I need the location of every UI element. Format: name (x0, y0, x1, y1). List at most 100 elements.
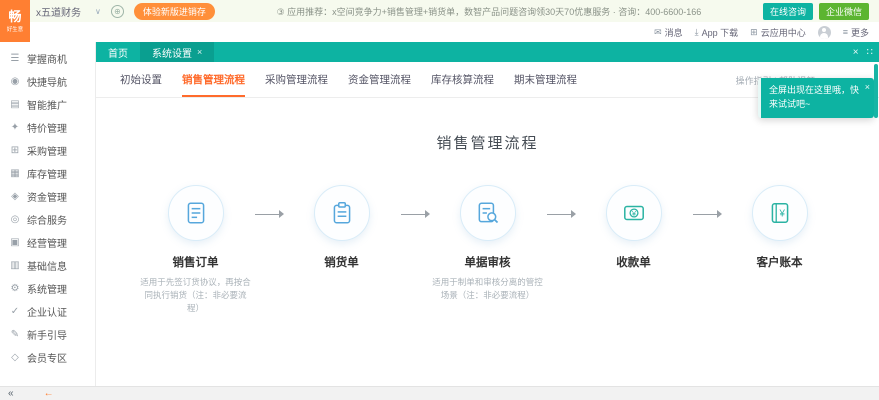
cloud-apps-icon: ⊞ (750, 27, 758, 38)
grid-plus-icon: ⊞ (9, 145, 21, 156)
bottom-bar: « ← (0, 386, 879, 400)
cloud-center-button[interactable]: ⊞ 云应用中心 (750, 26, 806, 39)
sidebar-item-funds[interactable]: ◈ 资金管理 (0, 185, 95, 208)
flow-node-receipt: ¥ 收款单 (578, 185, 690, 276)
tab-close-icon[interactable]: × (197, 47, 202, 57)
gem-icon: ◇ (9, 352, 21, 363)
hamburger-icon: ≡ (843, 27, 848, 37)
sidebar-item-label: 企业认证 (27, 304, 67, 319)
sidebar-item-certification[interactable]: ✓ 企业认证 (0, 300, 95, 323)
sidebar-item-business[interactable]: ☰ 掌握商机 (0, 47, 95, 70)
diamond-icon: ◈ (9, 191, 21, 202)
fullscreen-tip-toast: 全屏出现在这里哦，快来试试吧~ × (758, 78, 874, 118)
more-label: 更多 (851, 26, 869, 39)
panel-icon: ▤ (9, 99, 21, 110)
sidebar-item-label: 采购管理 (27, 143, 67, 158)
tab-sales-process[interactable]: 销售管理流程 (182, 72, 245, 97)
sidebar-item-label: 经营管理 (27, 235, 67, 250)
tab-funds-process[interactable]: 资金管理流程 (348, 72, 411, 97)
brand-logo[interactable]: 畅 好生意 (0, 0, 30, 42)
tab-bar-actions: × ∷ (853, 42, 873, 62)
promo-notice-text: ③ 应用推荐：x空间竞争力+销售管理+销货单，数智产品问题咨询领30天70优惠服… (215, 5, 763, 18)
workspace-tab-bar: 首页 系统设置 × × ∷ (96, 42, 879, 62)
sidebar-item-membership[interactable]: ◇ 会员专区 (0, 346, 95, 369)
tab-period-end-process[interactable]: 期末管理流程 (514, 72, 577, 97)
tab-options-icon[interactable]: ∷ (867, 47, 873, 58)
sidebar-item-label: 库存管理 (27, 166, 67, 181)
tab-home[interactable]: 首页 (96, 42, 140, 62)
sidebar-item-label: 基础信息 (27, 258, 67, 273)
flow-node-label: 销售订单 (173, 254, 219, 270)
download-icon: ⤓ (695, 27, 699, 38)
sidebar-item-label: 新手引导 (27, 327, 67, 342)
svg-text:¥: ¥ (778, 208, 785, 219)
sidebar-item-guide[interactable]: ✎ 新手引导 (0, 323, 95, 346)
account-selector[interactable]: x五道财务 ∨ (36, 4, 101, 19)
flow-node-desc: 适用于先签订货协议，再按合同执行销货（注：非必要流程） (140, 276, 252, 316)
doc-review-circle[interactable] (460, 185, 516, 241)
doc-review-icon (475, 200, 501, 226)
sidebar-item-label: 智能推广 (27, 97, 67, 112)
app-download-button[interactable]: ⤓ App 下载 (695, 26, 739, 39)
sidebar-item-promotion[interactable]: ▤ 智能推广 (0, 93, 95, 116)
wechat-button[interactable]: 企业微信 (819, 3, 869, 20)
flow-node-label: 收款单 (616, 254, 651, 270)
arrow-right-icon (544, 209, 578, 219)
messages-button[interactable]: ✉ 消息 (654, 26, 683, 39)
close-icon[interactable]: × (865, 81, 870, 95)
sidebar-item-system[interactable]: ⚙ 系统管理 (0, 277, 95, 300)
customer-ledger-icon: ¥ (767, 200, 793, 226)
arrow-right-icon (252, 209, 286, 219)
sidebar-item-special-price[interactable]: ✦ 特价管理 (0, 116, 95, 139)
sidebar-item-inventory[interactable]: ▦ 库存管理 (0, 162, 95, 185)
pencil-icon: ✎ (9, 329, 21, 340)
flow-node-customer-ledger: ¥ 客户账本 (724, 185, 836, 276)
vertical-scrollbar[interactable] (874, 64, 878, 118)
close-all-tabs-icon[interactable]: × (853, 47, 859, 58)
sidebar-item-purchase[interactable]: ⊞ 采购管理 (0, 139, 95, 162)
arrow-right-icon (690, 209, 724, 219)
collapse-sidebar-icon[interactable]: ← (44, 389, 54, 399)
sales-order-icon (183, 200, 209, 226)
promo-button[interactable]: 体验新版进销存 (134, 3, 215, 20)
logo-glyph-icon: 畅 (8, 10, 21, 24)
gear-icon: ⚙ (9, 283, 21, 294)
target-icon: ◉ (9, 76, 21, 87)
globe-icon[interactable]: ⊕ (111, 5, 124, 18)
sidebar-item-label: 资金管理 (27, 189, 67, 204)
sidebar-item-label: 综合服务 (27, 212, 67, 227)
tab-system-settings[interactable]: 系统设置 × (140, 42, 214, 62)
table-icon: ▥ (9, 260, 21, 271)
sales-order-circle[interactable] (168, 185, 224, 241)
flow-node-sales-order: 销售订单 适用于先签订货协议，再按合同执行销货（注：非必要流程） (140, 185, 252, 316)
tab-system-settings-label: 系统设置 (152, 45, 192, 60)
app-download-label: App 下载 (702, 26, 739, 39)
tab-initial-setup[interactable]: 初始设置 (120, 72, 162, 97)
user-avatar[interactable] (818, 26, 831, 39)
sales-invoice-circle[interactable] (314, 185, 370, 241)
top-bar: x五道财务 ∨ ⊕ 体验新版进销存 ③ 应用推荐：x空间竞争力+销售管理+销货单… (0, 0, 879, 22)
online-service-button[interactable]: 在线咨询 (763, 3, 813, 20)
cloud-center-label: 云应用中心 (761, 26, 806, 39)
tab-home-label: 首页 (108, 45, 128, 60)
flow-node-label: 销货单 (324, 254, 359, 270)
sales-flow-diagram: 销售订单 适用于先签订货协议，再按合同执行销货（注：非必要流程） 销货单 (96, 185, 879, 316)
sidebar-item-label: 会员专区 (27, 350, 67, 365)
sidebar-item-operations[interactable]: ▣ 经营管理 (0, 231, 95, 254)
tab-purchase-process[interactable]: 采购管理流程 (265, 72, 328, 97)
receipt-circle[interactable]: ¥ (606, 185, 662, 241)
more-menu-button[interactable]: ≡ 更多 (843, 26, 869, 39)
sales-invoice-icon (329, 200, 355, 226)
star-icon: ✦ (9, 122, 21, 133)
sidebar-item-base-info[interactable]: ▥ 基础信息 (0, 254, 95, 277)
account-name: x五道财务 (36, 4, 81, 19)
chevron-down-icon: ∨ (95, 7, 101, 16)
sidebar-item-label: 特价管理 (27, 120, 67, 135)
tab-inventory-process[interactable]: 库存核算流程 (431, 72, 494, 97)
customer-ledger-circle[interactable]: ¥ (752, 185, 808, 241)
sidebar-item-quick-nav[interactable]: ◉ 快捷导航 (0, 70, 95, 93)
sidebar-item-label: 快捷导航 (27, 74, 67, 89)
receipt-icon: ¥ (621, 200, 647, 226)
sidebar-item-services[interactable]: ◎ 综合服务 (0, 208, 95, 231)
history-back-icon[interactable]: « (8, 389, 14, 399)
